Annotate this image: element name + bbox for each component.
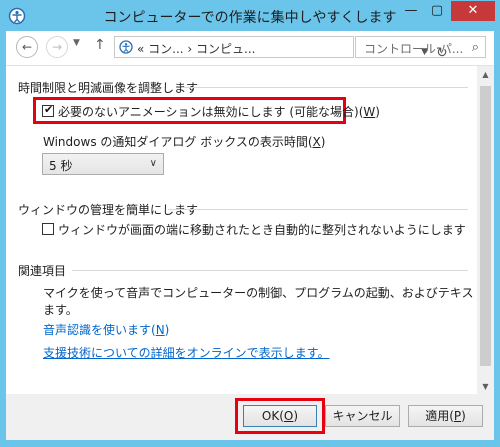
- recent-locations-icon[interactable]: ▼: [73, 38, 80, 48]
- button-bar: OK(O) キャンセル 適用(P): [6, 394, 494, 440]
- dialog-window: コンピューターでの作業に集中しやすくします — ▢ ✕ ← → ▼ ↑ « コン…: [0, 0, 500, 447]
- minimize-icon: —: [404, 3, 418, 18]
- arrow-left-icon: ←: [21, 40, 33, 54]
- ok-button[interactable]: OK(O): [243, 405, 317, 427]
- notification-duration-select[interactable]: 5 秒 ∨: [42, 153, 164, 175]
- apply-button[interactable]: 適用(P): [408, 405, 483, 427]
- cancel-button[interactable]: キャンセル: [325, 405, 400, 427]
- scroll-up-icon[interactable]: ▲: [477, 66, 494, 83]
- search-icon: ⌕: [471, 40, 479, 55]
- control-panel-icon: [119, 40, 133, 54]
- maximize-button[interactable]: ▢: [424, 1, 450, 21]
- checkmark-icon: ✔: [44, 103, 54, 116]
- related-description-line2: ます。: [43, 303, 78, 317]
- arrow-up-icon[interactable]: ↑: [94, 37, 106, 53]
- section-title-time-limits: 時間制限と明滅画像を調整します: [18, 81, 199, 95]
- settings-panel: 時間制限と明滅画像を調整します ✔ 必要のないアニメーションは無効にします (可…: [6, 65, 494, 395]
- minimize-button[interactable]: —: [398, 1, 424, 21]
- divider: [168, 209, 468, 210]
- selected-value: 5 秒: [49, 159, 73, 173]
- notification-duration-label: Windows の通知ダイアログ ボックスの表示時間(X): [43, 135, 326, 149]
- search-placeholder: コントロール パ...: [364, 42, 464, 56]
- forward-button[interactable]: →: [46, 36, 68, 58]
- prevent-arrange-checkbox[interactable]: [42, 223, 54, 235]
- disable-animations-label[interactable]: 必要のないアニメーションは無効にします (可能な場合)(W): [58, 103, 380, 120]
- address-bar[interactable]: « コン... › コンピュ... ▼ ↻: [114, 36, 448, 61]
- assistive-technology-link[interactable]: 支援技術についての詳細をオンラインで表示します。: [43, 344, 329, 361]
- maximize-icon: ▢: [430, 3, 444, 18]
- navigation-bar: ← → ▼ ↑ « コン... › コンピュ... ▼ ↻ コントロール パ..…: [6, 31, 494, 65]
- scroll-down-icon[interactable]: ▼: [477, 378, 494, 395]
- speech-recognition-link[interactable]: 音声認識を使います(N): [43, 321, 169, 338]
- divider: [72, 270, 468, 271]
- prevent-arrange-label[interactable]: ウィンドウが画面の端に移動されたとき自動的に整列されないようにします: [58, 221, 466, 238]
- scrollbar-thumb[interactable]: [480, 86, 491, 366]
- chevron-down-icon: ∨: [149, 158, 157, 169]
- back-button[interactable]: ←: [16, 36, 38, 58]
- vertical-scrollbar[interactable]: ▲ ▼: [477, 66, 494, 395]
- close-button[interactable]: ✕: [451, 1, 495, 21]
- breadcrumb: « コン... › コンピュ...: [137, 42, 256, 56]
- section-title-related: 関連項目: [18, 264, 67, 278]
- divider: [182, 87, 468, 88]
- disable-animations-checkbox[interactable]: ✔: [42, 103, 54, 117]
- close-icon: ✕: [467, 3, 479, 18]
- search-input[interactable]: コントロール パ... ⌕: [355, 36, 486, 58]
- arrow-right-icon: →: [51, 40, 63, 54]
- related-description-line1: マイクを使って音声でコンピューターの制御、プログラムの起動、およびテキストの入力…: [43, 286, 494, 300]
- title-bar: コンピューターでの作業に集中しやすくします — ▢ ✕: [0, 0, 500, 31]
